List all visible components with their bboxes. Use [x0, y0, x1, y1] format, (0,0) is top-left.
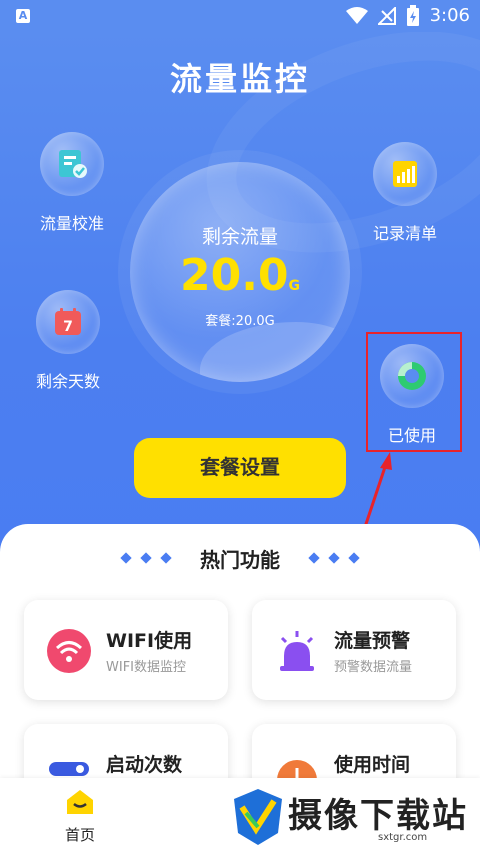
wave-decoration	[200, 322, 350, 382]
calibrate-bubble	[40, 132, 104, 196]
feature-calibrate[interactable]: 流量校准	[17, 132, 127, 234]
status-time: 3:06	[429, 5, 470, 26]
watermark: 摄像下载站 sxtgr.com	[228, 784, 480, 850]
chart-icon	[393, 161, 417, 187]
page-title: 流量监控	[169, 60, 310, 98]
func-title: WIFI使用	[106, 630, 193, 652]
nav-home[interactable]: 首页	[50, 788, 110, 845]
wifi-icon	[345, 7, 368, 24]
status-icons: 3:06	[345, 4, 470, 28]
func-title: 启动次数	[106, 754, 183, 776]
battery-icon	[406, 5, 419, 26]
func-warning[interactable]: 流量预警 预警数据流量	[252, 600, 456, 700]
plan-amount: 套餐:20.0G	[205, 314, 275, 329]
nav-home-label: 首页	[64, 826, 95, 844]
alarm-icon	[280, 631, 314, 671]
watermark-logo-icon	[234, 789, 282, 845]
title-dots-right	[308, 552, 360, 564]
feature-days-left[interactable]: 7 剩余天数	[13, 290, 123, 392]
feature-label: 记录清单	[372, 224, 437, 243]
highlight-box	[366, 332, 462, 452]
func-title: 流量预警	[334, 630, 411, 652]
remaining-value: 20.0G	[179, 250, 301, 301]
remaining-label: 剩余流量	[201, 226, 278, 248]
func-title: 使用时间	[334, 754, 411, 776]
watermark-url: sxtgr.com	[378, 832, 428, 843]
watermark-text: 摄像下载站	[288, 796, 468, 836]
plan-settings-button[interactable]: 套餐设置	[134, 438, 346, 498]
feature-records[interactable]: 记录清单	[350, 142, 460, 244]
section-title: 热门功能	[200, 548, 280, 572]
remaining-traffic-circle: 剩余流量 20.0G 套餐:20.0G	[130, 162, 350, 382]
app-badge-icon: A	[16, 9, 30, 23]
days-bubble: 7	[36, 290, 100, 354]
header: 流量监控 流量校准 7 剩余天数 记录清单 已使用 剩余流量 20.0G 套餐:…	[0, 32, 480, 552]
checklist-icon	[59, 150, 87, 178]
svg-text:7: 7	[63, 319, 73, 335]
func-subtitle: 预警数据流量	[334, 660, 413, 675]
feature-label: 剩余天数	[35, 372, 100, 391]
home-icon	[67, 790, 93, 814]
signal-icon	[377, 7, 396, 25]
records-bubble	[373, 142, 437, 206]
status-bar: A 3:06	[0, 0, 480, 32]
feature-label: 流量校准	[39, 214, 104, 233]
func-subtitle: WIFI数据监控	[106, 660, 186, 675]
calendar-icon: 7	[55, 308, 81, 335]
func-wifi[interactable]: WIFI使用 WIFI数据监控	[24, 600, 228, 700]
wifi-icon	[47, 629, 91, 673]
